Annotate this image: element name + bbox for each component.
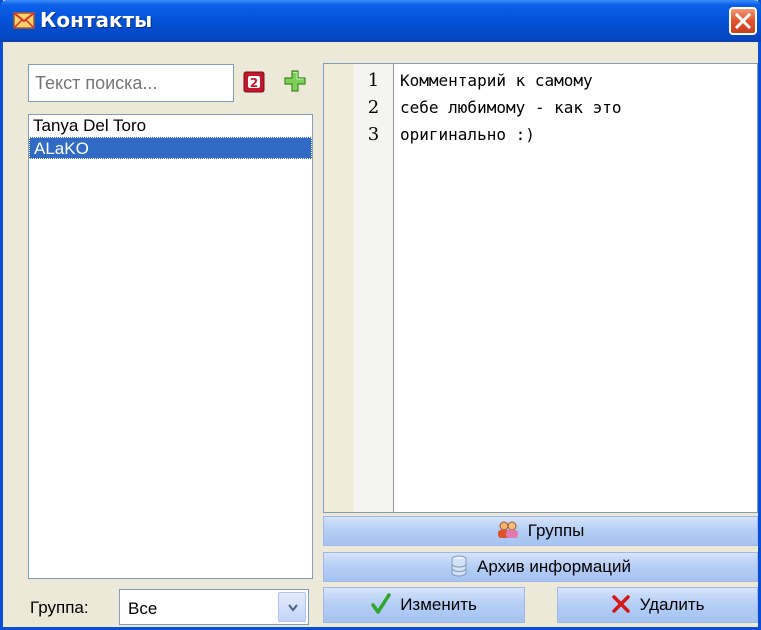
contacts-envelope-icon [12, 8, 36, 32]
clear-search-button[interactable]: 2 [243, 71, 265, 93]
delete-button[interactable]: Удалить [557, 587, 758, 623]
groups-button[interactable]: Группы [323, 516, 758, 546]
chevron-down-icon [288, 604, 298, 612]
line-numbers: 1 2 3 [354, 64, 394, 512]
archive-button[interactable]: Архив информаций [323, 552, 758, 582]
archive-button-label: Архив информаций [477, 557, 632, 576]
edit-button[interactable]: Изменить [323, 587, 525, 623]
editor-line[interactable]: Комментарий к самому [400, 67, 753, 94]
contacts-window: Контакты 2 Tanya Del Toro ALaKO Группа: … [0, 0, 761, 630]
add-contact-button[interactable] [283, 69, 306, 92]
editor-text[interactable]: Комментарий к самому себе любимому - как… [400, 64, 753, 148]
editor-gutter [324, 64, 354, 512]
editor-line[interactable]: себе любимому - как это [400, 94, 753, 121]
groups-icon [497, 521, 519, 543]
clear-search-icon: 2 [243, 71, 265, 93]
line-number: 3 [367, 124, 380, 145]
close-icon [734, 12, 752, 30]
contact-item-alako[interactable]: ALaKO [29, 137, 312, 159]
edit-button-label: Изменить [400, 595, 477, 614]
line-number: 2 [367, 97, 380, 118]
delete-button-label: Удалить [639, 595, 705, 614]
add-contact-icon [284, 70, 306, 92]
search-input[interactable] [28, 64, 234, 102]
delete-x-icon [611, 594, 631, 618]
comment-editor[interactable]: 1 2 3 Комментарий к самому себе любимому… [323, 63, 758, 513]
window-title: Контакты [40, 8, 153, 32]
checkmark-icon [371, 592, 391, 619]
groups-button-label: Группы [527, 521, 585, 540]
group-label: Группа: [30, 598, 89, 617]
contact-item-tanya-del-toro[interactable]: Tanya Del Toro [29, 115, 312, 137]
close-button[interactable] [729, 7, 757, 35]
title-bar[interactable]: Контакты [0, 0, 761, 42]
contact-list[interactable]: Tanya Del Toro ALaKO [28, 114, 313, 579]
svg-text:2: 2 [250, 76, 258, 90]
line-number: 1 [367, 70, 380, 91]
dropdown-button[interactable] [278, 592, 306, 622]
group-select-value: Все [128, 599, 158, 618]
database-icon [450, 555, 468, 581]
editor-line[interactable]: оригинально :) [400, 121, 753, 148]
group-select[interactable]: Все [119, 589, 309, 625]
